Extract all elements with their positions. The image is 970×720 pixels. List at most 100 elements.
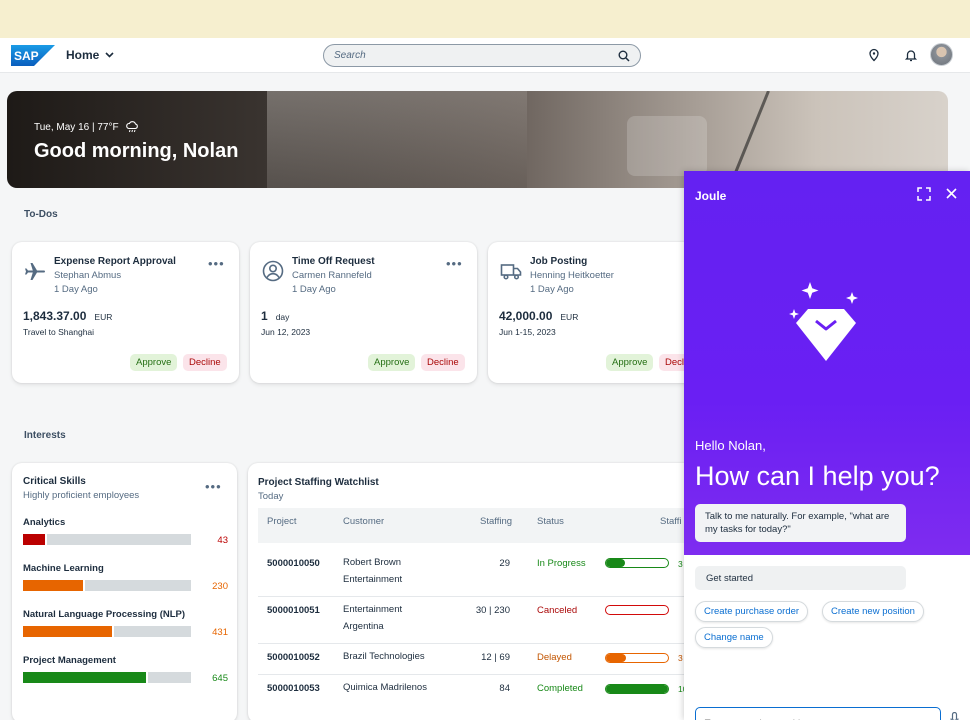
joule-title: Joule bbox=[695, 189, 727, 203]
approve-button[interactable]: Approve bbox=[606, 354, 654, 371]
joule-input-box bbox=[695, 707, 941, 720]
microphone-icon[interactable] bbox=[950, 712, 959, 720]
cell-status: Completed bbox=[537, 683, 583, 694]
cell-staffing: 30 | 230 bbox=[475, 605, 510, 616]
cell-customer: Quimica Madrilenos bbox=[343, 682, 427, 693]
todo-card-expense[interactable]: Expense Report Approval Stephan Abmus 1 … bbox=[12, 242, 239, 383]
table-row[interactable]: 5000010051 Entertainment Argentina 30 | … bbox=[258, 602, 708, 642]
column-header-status[interactable]: Status bbox=[537, 516, 564, 527]
skill-bar-track bbox=[23, 580, 191, 591]
todo-age: 1 Day Ago bbox=[54, 284, 98, 295]
cell-project: 5000010051 bbox=[267, 605, 320, 616]
staffing-progress-bar bbox=[605, 684, 669, 694]
home-menu-label: Home bbox=[66, 48, 100, 62]
column-header-customer[interactable]: Customer bbox=[343, 516, 384, 527]
staffing-progress-fill bbox=[606, 559, 625, 567]
cell-project: 5000010052 bbox=[267, 652, 320, 663]
skill-bar-track bbox=[23, 534, 191, 545]
skill-bar-fill bbox=[23, 534, 47, 545]
hero-greeting: Good morning, Nolan bbox=[34, 140, 239, 162]
interests-section-title: Interests bbox=[24, 430, 66, 441]
todo-amount-unit: EUR bbox=[560, 312, 579, 322]
todo-card-job-posting[interactable]: Job Posting Henning Heitkoetter 1 Day Ag… bbox=[488, 242, 715, 383]
critical-skills-card[interactable]: Critical Skills Highly proficient employ… bbox=[12, 463, 237, 720]
column-header-staffing[interactable]: Staffing bbox=[480, 516, 512, 527]
todo-person: Henning Heitkoetter bbox=[530, 270, 614, 281]
todo-amount: 1 day bbox=[261, 309, 289, 323]
bell-icon[interactable] bbox=[904, 48, 918, 62]
overflow-menu-icon[interactable]: ••• bbox=[205, 479, 222, 494]
cell-progress-value: 3 bbox=[678, 653, 683, 663]
decline-button[interactable]: Decline bbox=[421, 354, 465, 371]
todo-amount-value: 1 bbox=[261, 309, 268, 323]
search-icon[interactable] bbox=[618, 50, 630, 62]
watchlist-subtitle: Today bbox=[258, 491, 284, 502]
location-pin-icon[interactable] bbox=[867, 48, 881, 62]
sap-logo-text: SAP bbox=[14, 49, 39, 63]
hero-date: Tue, May 16 | 77°F bbox=[34, 121, 119, 133]
row-divider bbox=[258, 596, 708, 597]
staffing-progress-bar bbox=[605, 558, 669, 568]
sap-logo[interactable]: SAP bbox=[11, 45, 55, 66]
joule-panel: Joule Hello Nolan, How can I help you? T… bbox=[684, 171, 970, 720]
overflow-menu-icon[interactable]: ••• bbox=[208, 256, 225, 271]
column-header-project[interactable]: Project bbox=[267, 516, 297, 527]
skill-row: Machine Learning 230 bbox=[23, 563, 228, 603]
todo-title: Expense Report Approval bbox=[54, 256, 176, 267]
todo-amount: 42,000.00 EUR bbox=[499, 309, 578, 323]
chevron-down-icon bbox=[105, 52, 114, 58]
todo-card-timeoff[interactable]: Time Off Request Carmen Rannefeld 1 Day … bbox=[250, 242, 477, 383]
approve-button[interactable]: Approve bbox=[130, 354, 178, 371]
skill-bar-track bbox=[23, 672, 191, 683]
get-started-label: Get started bbox=[695, 566, 906, 590]
user-avatar[interactable] bbox=[930, 43, 953, 66]
todo-person: Carmen Rannefeld bbox=[292, 270, 372, 281]
hero-image-lamp bbox=[730, 91, 770, 182]
skill-bar-fill bbox=[23, 580, 86, 591]
todo-age: 1 Day Ago bbox=[292, 284, 336, 295]
todo-amount-unit: EUR bbox=[94, 312, 113, 322]
cell-customer: Robert Brown Entertainment bbox=[343, 557, 403, 585]
skill-name: Machine Learning bbox=[23, 563, 104, 574]
home-menu[interactable]: Home bbox=[66, 48, 114, 62]
skills-subtitle: Highly proficient employees bbox=[23, 490, 140, 501]
table-header: Project Customer Staffing Status Staffi bbox=[258, 508, 708, 543]
column-header-staffing-progress[interactable]: Staffi bbox=[660, 516, 681, 527]
cell-status: Canceled bbox=[537, 605, 578, 616]
decline-button[interactable]: Decline bbox=[183, 354, 227, 371]
joule-help-heading: How can I help you? bbox=[695, 461, 940, 491]
hero-date-weather: Tue, May 16 | 77°F bbox=[34, 121, 139, 133]
table-row[interactable]: 5000010053 Quimica Madrilenos 84 Complet… bbox=[258, 682, 708, 720]
expand-icon[interactable] bbox=[917, 187, 931, 201]
skill-value: 431 bbox=[212, 627, 228, 638]
search-input[interactable] bbox=[334, 50, 618, 61]
todo-title: Job Posting bbox=[530, 256, 588, 267]
person-icon bbox=[262, 260, 284, 282]
todo-title: Time Off Request bbox=[292, 256, 375, 267]
approve-button[interactable]: Approve bbox=[368, 354, 416, 371]
chip-create-new-position[interactable]: Create new position bbox=[822, 601, 924, 622]
staffing-progress-fill bbox=[606, 685, 668, 693]
cell-status: In Progress bbox=[537, 558, 586, 569]
row-divider bbox=[258, 643, 708, 644]
joule-header-area: Joule Hello Nolan, How can I help you? T… bbox=[684, 171, 970, 555]
cell-customer: Brazil Technologies bbox=[343, 651, 425, 662]
skill-row: Analytics 43 bbox=[23, 517, 228, 557]
browser-top-strip bbox=[0, 0, 970, 38]
overflow-menu-icon[interactable]: ••• bbox=[446, 256, 463, 271]
cell-customer: Entertainment Argentina bbox=[343, 604, 403, 632]
staffing-watchlist-card[interactable]: Project Staffing Watchlist Today Project… bbox=[248, 463, 708, 720]
table-row[interactable]: 5000010050 Robert Brown Entertainment 29… bbox=[258, 554, 708, 594]
chip-create-purchase-order[interactable]: Create purchase order bbox=[695, 601, 809, 622]
close-icon[interactable] bbox=[945, 187, 958, 200]
todo-age: 1 Day Ago bbox=[530, 284, 574, 295]
cell-staffing: 29 bbox=[499, 558, 510, 569]
truck-icon bbox=[500, 264, 522, 280]
cell-project: 5000010050 bbox=[267, 558, 320, 569]
skill-value: 645 bbox=[212, 673, 228, 684]
watchlist-title: Project Staffing Watchlist bbox=[258, 477, 379, 488]
cell-staffing: 84 bbox=[499, 683, 510, 694]
cell-project: 5000010053 bbox=[267, 683, 320, 694]
staffing-progress-bar bbox=[605, 605, 669, 615]
chip-change-name[interactable]: Change name bbox=[695, 627, 773, 648]
